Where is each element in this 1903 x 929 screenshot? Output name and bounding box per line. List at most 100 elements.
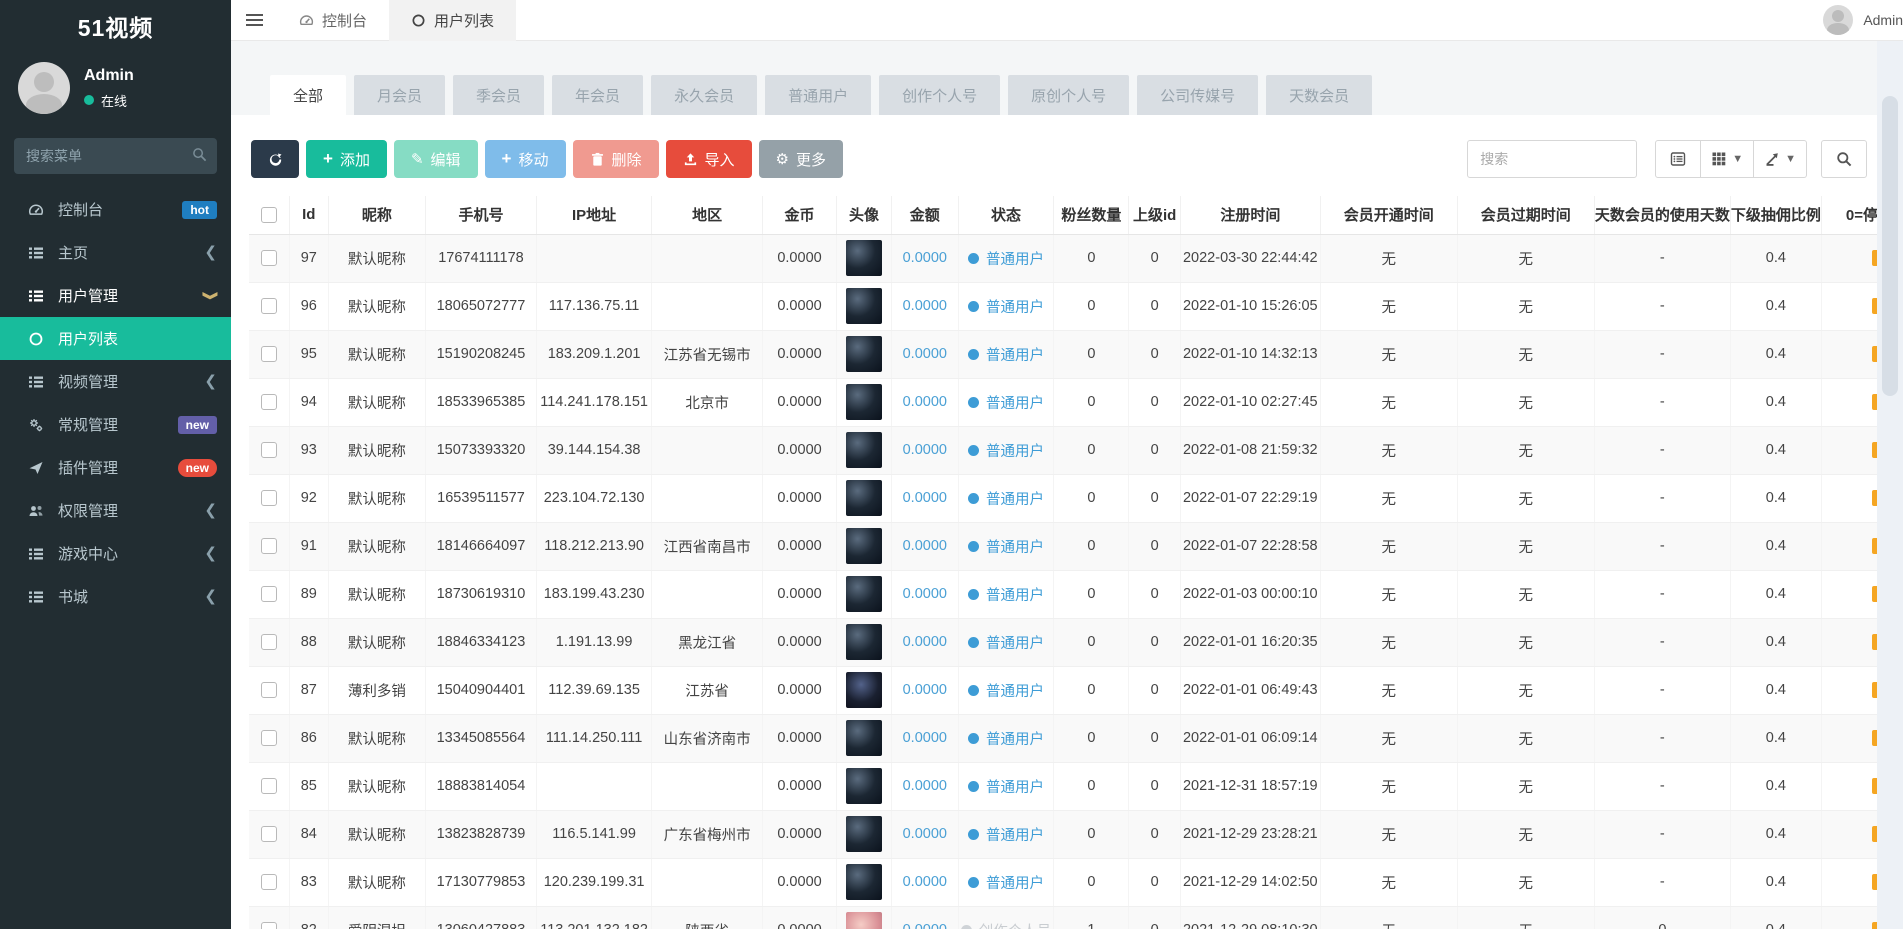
amount-link[interactable]: 0.0000: [903, 826, 947, 842]
amount-link[interactable]: 0.0000: [903, 730, 947, 746]
user-avatar-image[interactable]: [846, 432, 883, 468]
user-avatar-image[interactable]: [846, 864, 883, 900]
row-checkbox[interactable]: [260, 682, 277, 699]
topbar-tab-控制台[interactable]: 控制台: [277, 0, 389, 41]
row-checkbox[interactable]: [260, 442, 277, 459]
filter-tab-年会员[interactable]: 年会员: [552, 75, 644, 115]
filter-tab-原创个人号[interactable]: 原创个人号: [1008, 75, 1130, 115]
amount-link[interactable]: 0.0000: [903, 634, 947, 650]
status-badge[interactable]: 普通用户: [967, 728, 1044, 749]
status-badge[interactable]: 普通用户: [967, 584, 1044, 605]
more-button[interactable]: ⚙ 更多: [758, 140, 843, 178]
row-checkbox[interactable]: [260, 538, 277, 555]
sidebar-item-用户列表[interactable]: 用户列表: [0, 317, 231, 360]
status-badge[interactable]: 普通用户: [967, 776, 1044, 797]
amount-link[interactable]: 0.0000: [903, 874, 947, 890]
table-search-input[interactable]: [1467, 140, 1638, 178]
status-badge[interactable]: 普通用户: [967, 440, 1044, 461]
topbar-user[interactable]: Admin: [1823, 5, 1903, 35]
amount-link[interactable]: 0.0000: [903, 490, 947, 506]
user-avatar-image[interactable]: [846, 912, 883, 929]
sidebar-item-视频管理[interactable]: 视频管理 ❮: [0, 360, 231, 403]
amount-link[interactable]: 0.0000: [903, 442, 947, 458]
filter-tab-全部[interactable]: 全部: [270, 75, 347, 115]
row-checkbox[interactable]: [260, 394, 277, 411]
edit-button[interactable]: ✎ 编辑: [393, 140, 478, 178]
user-avatar-image[interactable]: [846, 720, 883, 756]
status-badge[interactable]: 普通用户: [967, 296, 1044, 317]
row-checkbox[interactable]: [260, 730, 277, 747]
row-checkbox[interactable]: [260, 826, 277, 843]
list-view-button[interactable]: [1655, 140, 1702, 178]
add-button[interactable]: + 添加: [306, 140, 387, 178]
user-avatar-image[interactable]: [846, 672, 883, 708]
refresh-button[interactable]: [251, 140, 299, 178]
user-avatar-image[interactable]: [846, 480, 883, 516]
columns-button[interactable]: ▼: [1701, 140, 1755, 178]
user-avatar-image[interactable]: [846, 336, 883, 372]
select-all-checkbox[interactable]: [260, 207, 277, 224]
search-go-button[interactable]: [1821, 140, 1867, 178]
sidebar-item-主页[interactable]: 主页 ❮: [0, 231, 231, 274]
status-badge[interactable]: 普通用户: [967, 536, 1044, 557]
amount-link[interactable]: 0.0000: [903, 778, 947, 794]
amount-link[interactable]: 0.0000: [903, 346, 947, 362]
filter-tab-普通用户[interactable]: 普通用户: [765, 75, 872, 115]
row-checkbox[interactable]: [260, 298, 277, 315]
amount-link[interactable]: 0.0000: [903, 586, 947, 602]
status-badge[interactable]: 普通用户: [967, 392, 1044, 413]
filter-tab-永久会员[interactable]: 永久会员: [651, 75, 758, 115]
amount-link[interactable]: 0.0000: [903, 922, 947, 929]
status-badge[interactable]: 普通用户: [967, 632, 1044, 653]
amount-link[interactable]: 0.0000: [903, 394, 947, 410]
status-badge[interactable]: 普通用户: [967, 488, 1044, 509]
filter-tab-月会员[interactable]: 月会员: [354, 75, 446, 115]
status-badge[interactable]: 创作个人号: [960, 920, 1051, 929]
status-badge[interactable]: 普通用户: [967, 344, 1044, 365]
status-badge[interactable]: 普通用户: [967, 824, 1044, 845]
sidebar-search-input[interactable]: [14, 138, 217, 174]
delete-button[interactable]: 删除: [572, 140, 659, 178]
sidebar-item-游戏中心[interactable]: 游戏中心 ❮: [0, 532, 231, 575]
row-checkbox[interactable]: [260, 250, 277, 267]
row-checkbox[interactable]: [260, 922, 277, 929]
status-badge[interactable]: 普通用户: [967, 680, 1044, 701]
amount-link[interactable]: 0.0000: [903, 682, 947, 698]
row-checkbox[interactable]: [260, 490, 277, 507]
status-badge[interactable]: 普通用户: [967, 872, 1044, 893]
scrollbar-thumb[interactable]: [1882, 96, 1898, 396]
amount-link[interactable]: 0.0000: [903, 538, 947, 554]
row-checkbox[interactable]: [260, 586, 277, 603]
sidebar-item-用户管理[interactable]: 用户管理 ❱︎: [0, 274, 231, 317]
user-avatar-image[interactable]: [846, 384, 883, 420]
import-button[interactable]: 导入: [665, 140, 752, 178]
user-avatar-image[interactable]: [846, 576, 883, 612]
user-avatar-image[interactable]: [846, 240, 883, 276]
move-button[interactable]: + 移动: [484, 140, 566, 178]
sidebar-item-权限管理[interactable]: 权限管理 ❮: [0, 489, 231, 532]
filter-tab-创作个人号[interactable]: 创作个人号: [879, 75, 1001, 115]
status-badge[interactable]: 普通用户: [967, 248, 1044, 269]
user-avatar-image[interactable]: [846, 288, 883, 324]
filter-tab-季会员[interactable]: 季会员: [453, 75, 545, 115]
sidebar-item-控制台[interactable]: 控制台 hot: [0, 188, 231, 231]
sidebar-item-书城[interactable]: 书城 ❮: [0, 575, 231, 618]
user-avatar-image[interactable]: [846, 624, 883, 660]
filter-tab-天数会员[interactable]: 天数会员: [1266, 75, 1373, 115]
amount-link[interactable]: 0.0000: [903, 250, 947, 266]
vertical-scrollbar[interactable]: [1877, 41, 1903, 929]
sidebar-item-插件管理[interactable]: 插件管理 new: [0, 446, 231, 489]
filter-tab-公司传媒号[interactable]: 公司传媒号: [1137, 75, 1259, 115]
row-checkbox[interactable]: [260, 634, 277, 651]
user-avatar-image[interactable]: [846, 816, 883, 852]
user-avatar-image[interactable]: [846, 528, 883, 564]
export-button[interactable]: ▼: [1754, 140, 1807, 178]
row-checkbox[interactable]: [260, 874, 277, 891]
user-avatar-image[interactable]: [846, 768, 883, 804]
topbar-tab-用户列表[interactable]: 用户列表: [389, 0, 517, 41]
row-checkbox[interactable]: [260, 346, 277, 363]
hamburger-menu-icon[interactable]: [231, 0, 277, 41]
amount-link[interactable]: 0.0000: [903, 298, 947, 314]
sidebar-item-常规管理[interactable]: 常规管理 new: [0, 403, 231, 446]
row-checkbox[interactable]: [260, 778, 277, 795]
